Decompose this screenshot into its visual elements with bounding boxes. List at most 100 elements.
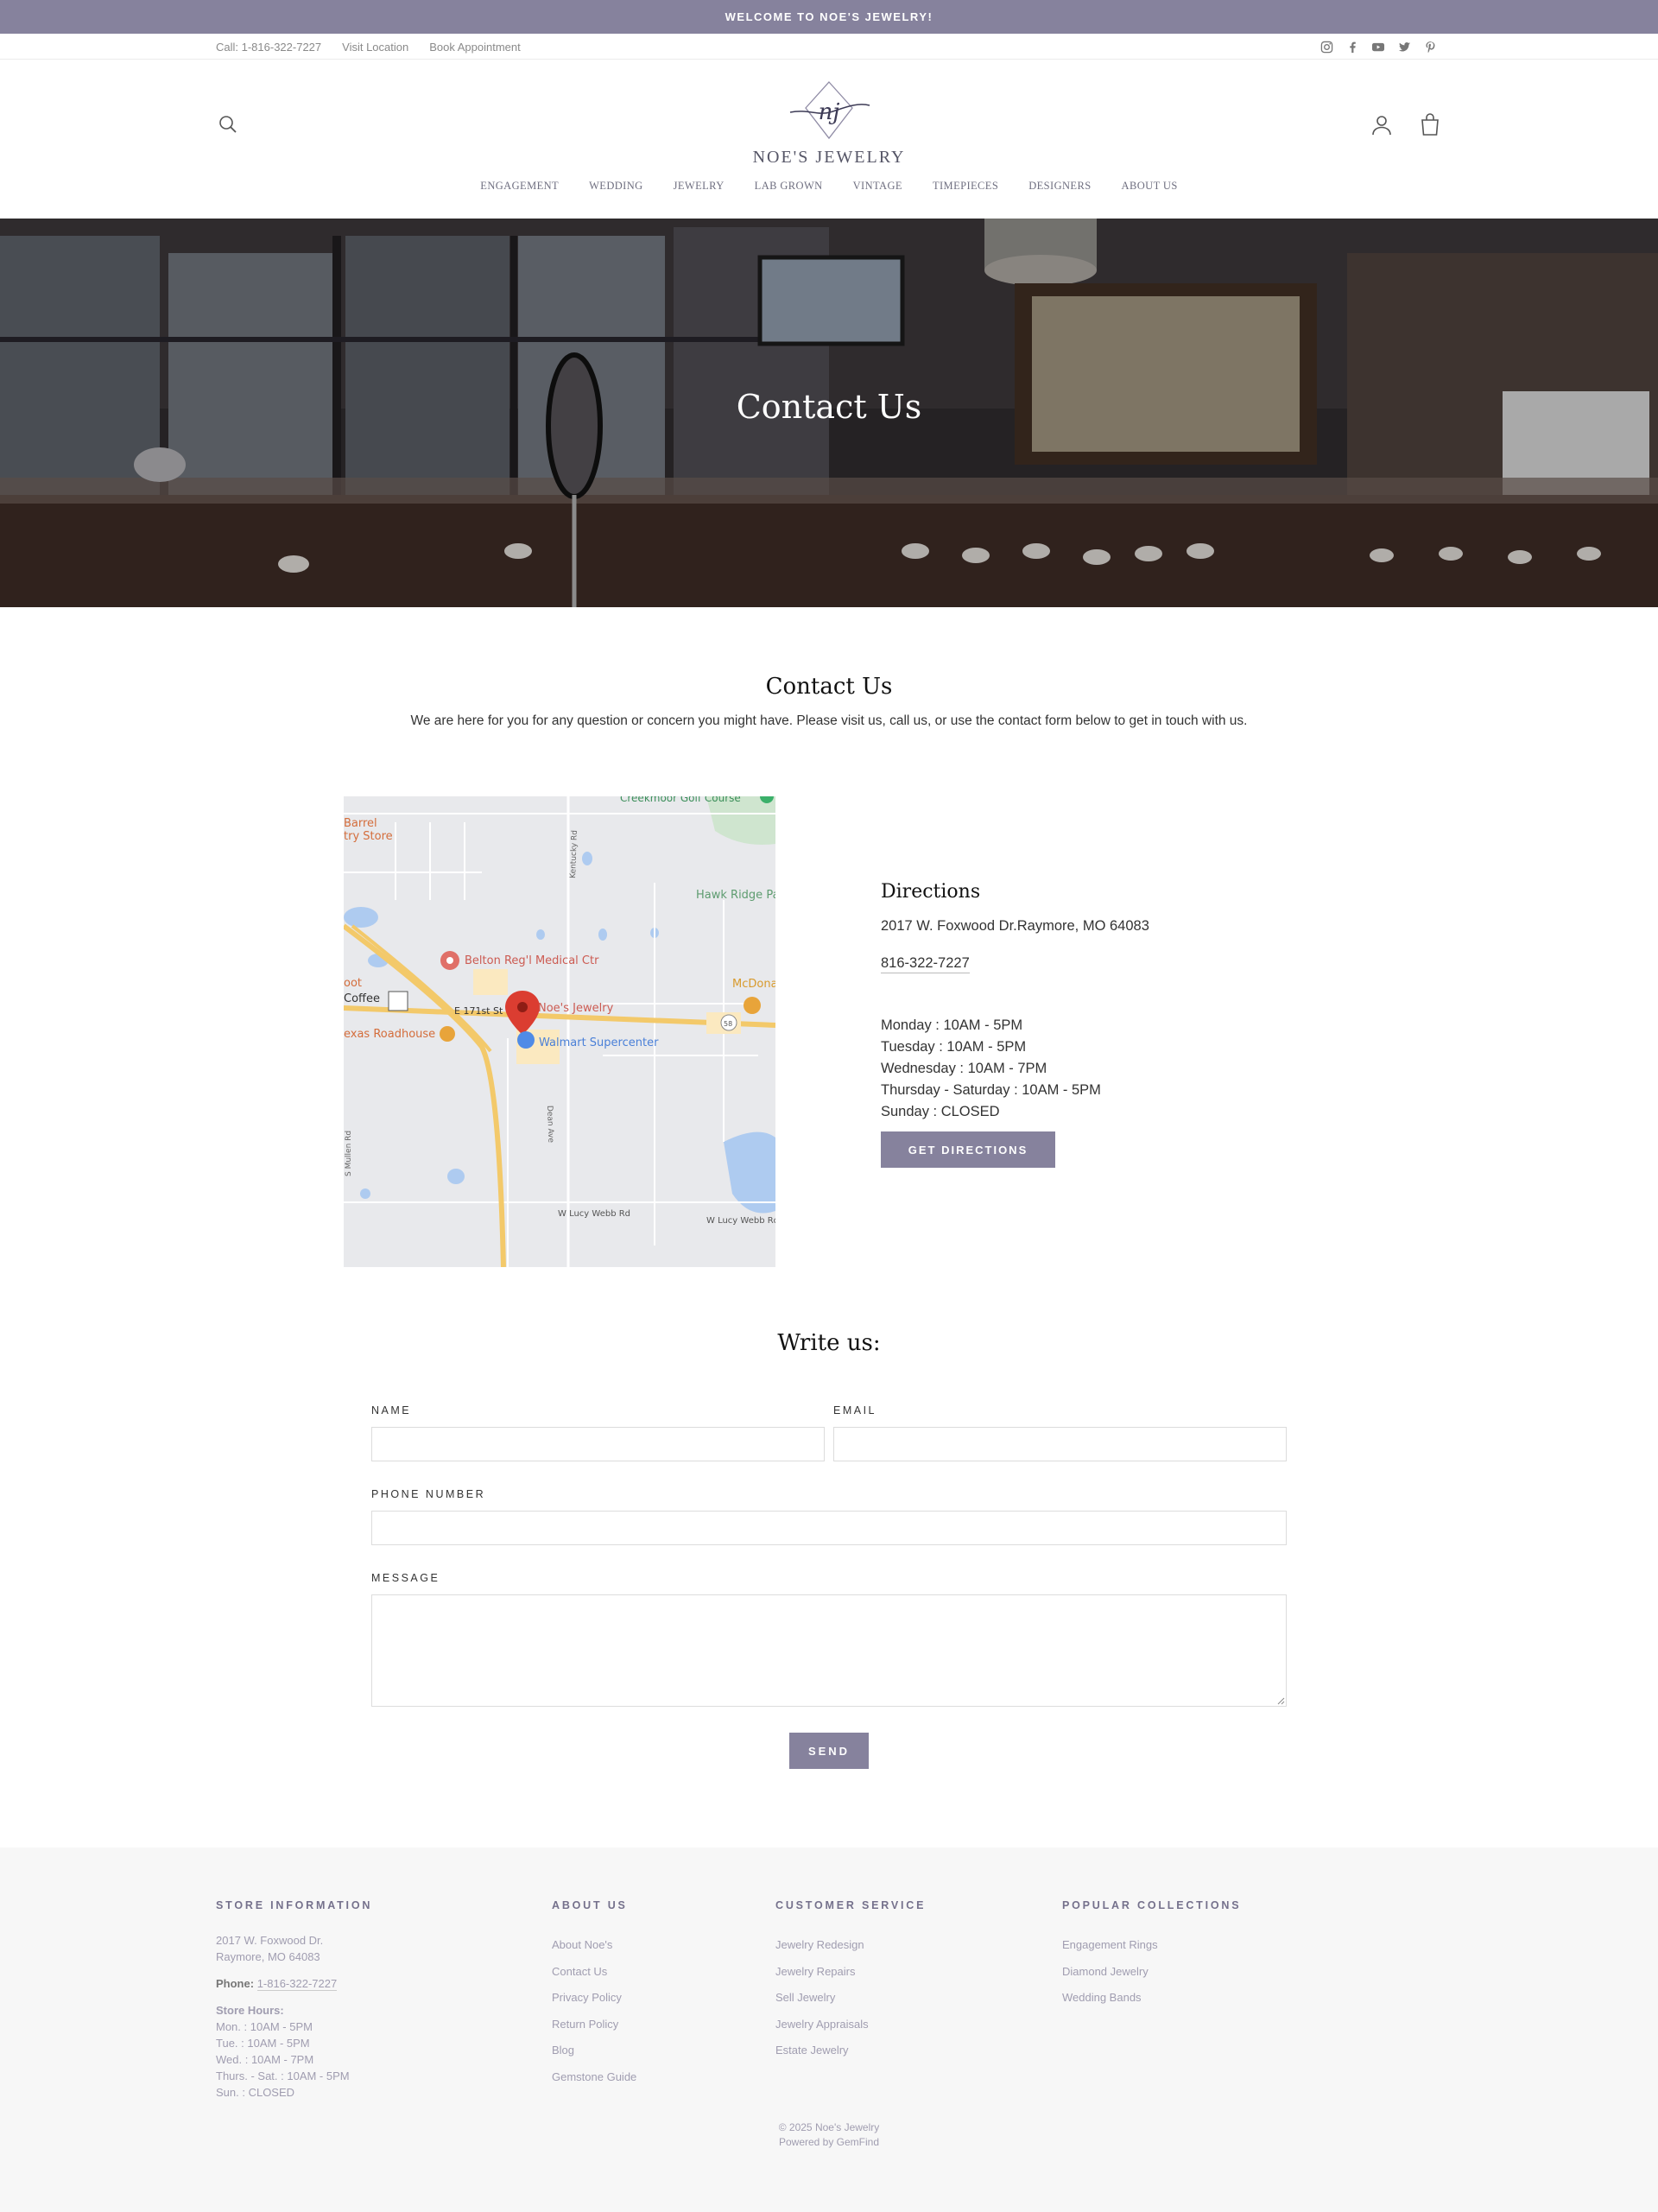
email-input[interactable]: [833, 1427, 1287, 1461]
twitter-icon[interactable]: [1397, 40, 1411, 54]
map-image: Creekmoor Golf Course Barrel try Store K…: [344, 796, 775, 1267]
map-label-lucy-webb-2: W Lucy Webb Rd: [706, 1216, 775, 1226]
footer-store-address: 2017 W. Foxwood Dr. Raymore, MO 64083: [216, 1932, 372, 1965]
main-nav: ENGAGEMENT WEDDING JEWELRY LAB GROWN VIN…: [0, 180, 1658, 193]
map-label-kentucky: Kentucky Rd: [569, 830, 579, 878]
map-label-dean: Dean Ave: [545, 1106, 555, 1144]
search-icon[interactable]: [218, 114, 238, 135]
map-label-coffee: Coffee: [344, 992, 380, 1005]
social-links: [1319, 34, 1437, 60]
footer-phone-link[interactable]: 1-816-322-7227: [256, 1977, 338, 1991]
account-icon[interactable]: [1371, 114, 1392, 136]
message-textarea[interactable]: [371, 1594, 1287, 1707]
name-label: NAME: [371, 1404, 412, 1417]
youtube-icon[interactable]: [1371, 40, 1385, 54]
powered-by-link[interactable]: Powered by GemFind: [0, 2135, 1658, 2150]
nav-designers[interactable]: DESIGNERS: [1028, 180, 1091, 193]
footer-link-jewelry-redesign[interactable]: Jewelry Redesign: [775, 1932, 926, 1959]
facebook-icon[interactable]: [1345, 40, 1359, 54]
instagram-icon[interactable]: [1319, 40, 1333, 54]
logo-mark: nj: [789, 81, 870, 140]
footer-heading: STORE INFORMATION: [216, 1899, 373, 1911]
footer-link-jewelry-appraisals[interactable]: Jewelry Appraisals: [775, 2012, 926, 2038]
map-label-store: try Store: [344, 830, 393, 843]
directions-title: Directions: [881, 881, 981, 903]
nav-about-us[interactable]: ABOUT US: [1122, 180, 1178, 193]
map-label-route: 58: [724, 1020, 732, 1028]
footer-link-estate-jewelry[interactable]: Estate Jewelry: [775, 2038, 926, 2064]
announcement-bar: WELCOME TO NOE'S JEWELRY!: [0, 0, 1658, 34]
footer-heading: POPULAR COLLECTIONS: [1062, 1899, 1242, 1911]
footer-link-gemstone-guide[interactable]: Gemstone Guide: [552, 2064, 636, 2091]
nav-engagement[interactable]: ENGAGEMENT: [480, 180, 559, 193]
map-label-barrel: Barrel: [344, 817, 377, 830]
nav-wedding[interactable]: WEDDING: [589, 180, 643, 193]
footer-hours-line: Wed. : 10AM - 7PM: [216, 2053, 314, 2066]
site-footer: STORE INFORMATION 2017 W. Foxwood Dr. Ra…: [0, 1848, 1658, 2212]
logo[interactable]: nj NOE'S JEWELRY: [743, 79, 915, 174]
hours-line: Tuesday : 10AM - 5PM: [881, 1039, 1027, 1055]
footer-hours-label: Store Hours:: [216, 2004, 284, 2017]
map-label-street: E 171st St: [454, 1005, 503, 1017]
hours-line: Wednesday : 10AM - 7PM: [881, 1061, 1047, 1076]
nav-jewelry[interactable]: JEWELRY: [674, 180, 725, 193]
footer-link-contact-us[interactable]: Contact Us: [552, 1959, 636, 1986]
footer-address-line: Raymore, MO 64083: [216, 1950, 320, 1963]
hero-title: Contact Us: [736, 388, 922, 426]
footer-link-privacy-policy[interactable]: Privacy Policy: [552, 1985, 636, 2012]
footer-heading: CUSTOMER SERVICE: [775, 1899, 927, 1911]
announcement-text: WELCOME TO NOE'S JEWELRY!: [725, 10, 933, 23]
footer-link-blog[interactable]: Blog: [552, 2038, 636, 2064]
location-map[interactable]: Creekmoor Golf Course Barrel try Store K…: [344, 796, 775, 1267]
footer-hours-line: Tue. : 10AM - 5PM: [216, 2037, 310, 2050]
nav-timepieces[interactable]: TIMEPIECES: [933, 180, 998, 193]
footer-link-sell-jewelry[interactable]: Sell Jewelry: [775, 1985, 926, 2012]
footer-link-about-noes[interactable]: About Noe's: [552, 1932, 636, 1959]
footer-hours-line: Thurs. - Sat. : 10AM - 5PM: [216, 2069, 350, 2082]
map-label-medical: Belton Reg'l Medical Ctr: [465, 954, 599, 967]
book-appointment-link[interactable]: Book Appointment: [429, 41, 521, 54]
footer-phone-row: Phone: 1-816-322-7227: [216, 1977, 372, 1991]
store-phone-link[interactable]: 816-322-7227: [881, 955, 970, 973]
get-directions-button[interactable]: GET DIRECTIONS: [881, 1131, 1055, 1168]
pinterest-icon[interactable]: [1423, 40, 1437, 54]
visit-location-link[interactable]: Visit Location: [342, 41, 408, 54]
site-header: nj NOE'S JEWELRY ENGAGEMENT WEDDING JEWE…: [0, 60, 1658, 219]
map-label-hawk-ridge: Hawk Ridge Pa: [696, 889, 775, 902]
call-link[interactable]: Call: 1-816-322-7227: [216, 41, 321, 54]
hero-banner: Contact Us: [0, 219, 1658, 607]
copyright-text: © 2025 Noe's Jewelry: [778, 2121, 880, 2133]
cart-icon[interactable]: [1420, 112, 1440, 136]
footer-about-us: ABOUT US About Noe's Contact Us Privacy …: [552, 1899, 636, 2090]
hours-line: Monday : 10AM - 5PM: [881, 1017, 1023, 1033]
map-label-oot: oot: [344, 977, 362, 990]
write-us-title: Write us:: [777, 1330, 881, 1356]
map-label-roadhouse: exas Roadhouse: [344, 1028, 435, 1041]
nav-lab-grown[interactable]: LAB GROWN: [755, 180, 823, 193]
footer-store-info: STORE INFORMATION 2017 W. Foxwood Dr. Ra…: [216, 1899, 372, 2101]
phone-input[interactable]: [371, 1511, 1287, 1545]
utility-bar: Call: 1-816-322-7227 Visit Location Book…: [0, 34, 1658, 60]
footer-link-jewelry-repairs[interactable]: Jewelry Repairs: [775, 1959, 926, 1986]
hours-line: Sunday : CLOSED: [881, 1104, 1000, 1119]
map-label-noes: Noe's Jewelry: [538, 1002, 614, 1015]
footer-link-diamond-jewelry[interactable]: Diamond Jewelry: [1062, 1959, 1241, 1986]
email-label: EMAIL: [833, 1404, 877, 1417]
store-address: 2017 W. Foxwood Dr.Raymore, MO 64083: [881, 918, 1149, 934]
footer-link-engagement-rings[interactable]: Engagement Rings: [1062, 1932, 1241, 1959]
map-label-mullen: S Mullen Rd: [345, 1131, 353, 1176]
footer-link-wedding-bands[interactable]: Wedding Bands: [1062, 1985, 1241, 2012]
footer-hours: Store Hours: Mon. : 10AM - 5PM Tue. : 10…: [216, 2002, 372, 2101]
logo-text: NOE'S JEWELRY: [752, 148, 906, 167]
send-button[interactable]: SEND: [789, 1733, 869, 1769]
contact-title: Contact Us: [765, 674, 893, 700]
footer-phone-label: Phone:: [216, 1977, 255, 1990]
nav-vintage[interactable]: VINTAGE: [853, 180, 902, 193]
footer-customer-service: CUSTOMER SERVICE Jewelry Redesign Jewelr…: [775, 1899, 926, 2064]
footer-hours-line: Mon. : 10AM - 5PM: [216, 2020, 313, 2033]
footer-link-return-policy[interactable]: Return Policy: [552, 2012, 636, 2038]
name-input[interactable]: [371, 1427, 825, 1461]
logo-monogram: nj: [819, 99, 840, 125]
resize-handle-icon[interactable]: [1276, 1696, 1285, 1705]
map-label-golf: Creekmoor Golf Course: [620, 796, 741, 804]
